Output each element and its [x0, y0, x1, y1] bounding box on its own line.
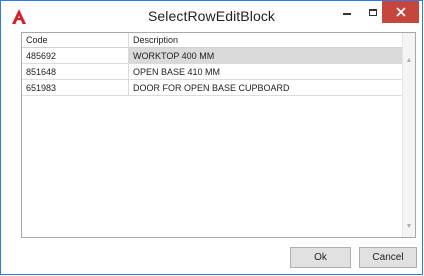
- cell-description: OPEN BASE 410 MM: [129, 64, 403, 80]
- grid-header: Code Description: [22, 33, 403, 48]
- cell-code: 851648: [22, 64, 129, 80]
- table-row[interactable]: 485692 WORKTOP 400 MM: [22, 48, 403, 64]
- column-header-code[interactable]: Code: [22, 33, 129, 48]
- scroll-up-icon[interactable]: ▲: [403, 55, 415, 67]
- items-grid[interactable]: Code Description 485692 WORKTOP 400 MM 8…: [21, 32, 416, 238]
- cancel-button[interactable]: Cancel: [359, 247, 417, 268]
- ok-button[interactable]: Ok: [290, 247, 351, 268]
- close-button[interactable]: [382, 1, 419, 23]
- close-icon: [395, 7, 406, 17]
- dialog-window: SelectRowEditBlock Code Description 4856…: [0, 0, 423, 275]
- scroll-down-icon[interactable]: ▼: [403, 221, 415, 233]
- title-bar[interactable]: SelectRowEditBlock: [1, 1, 422, 31]
- cell-code: 651983: [22, 80, 129, 96]
- cell-code: 485692: [22, 48, 129, 64]
- cell-description: DOOR FOR OPEN BASE CUPBOARD: [129, 80, 403, 96]
- table-row[interactable]: 651983 DOOR FOR OPEN BASE CUPBOARD: [22, 80, 403, 96]
- cell-description: WORKTOP 400 MM: [129, 48, 403, 64]
- minimize-icon: [343, 13, 351, 15]
- minimize-button[interactable]: [334, 1, 360, 23]
- column-header-description[interactable]: Description: [129, 33, 403, 48]
- maximize-icon: [369, 8, 377, 16]
- grid-body: 485692 WORKTOP 400 MM 851648 OPEN BASE 4…: [22, 48, 403, 96]
- vertical-scrollbar[interactable]: ▲ ▼: [402, 33, 415, 237]
- table-row[interactable]: 851648 OPEN BASE 410 MM: [22, 64, 403, 80]
